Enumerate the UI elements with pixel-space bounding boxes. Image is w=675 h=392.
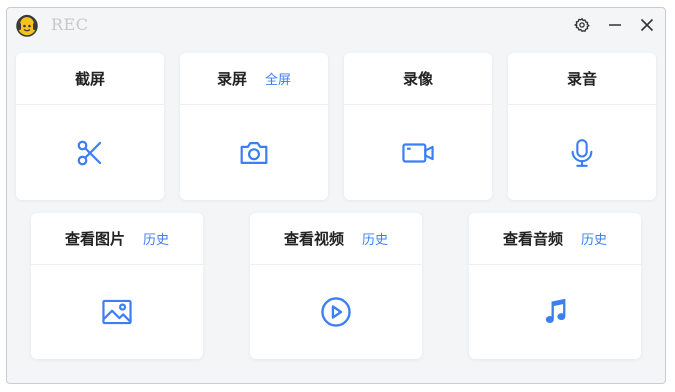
minimize-button[interactable]	[604, 14, 626, 36]
screenshot-title: 截屏	[74, 70, 105, 88]
scissors-icon	[77, 140, 102, 165]
app-title: REC	[51, 15, 89, 34]
screenshot-card[interactable]: 截屏	[16, 53, 164, 200]
screenshot-button[interactable]	[16, 105, 164, 200]
record-video-card[interactable]: 录像	[344, 53, 492, 200]
view-audio-button[interactable]	[469, 265, 641, 359]
record-video-button[interactable]	[344, 105, 492, 200]
app-window: REC 截屏 录屏 全屏 录像 录音 查看图片 历史 查看视频 历史 查看音频 …	[6, 7, 666, 384]
view-images-card-header: 查看图片 历史	[31, 213, 203, 265]
close-icon	[640, 18, 654, 32]
view-videos-card[interactable]: 查看视频 历史	[250, 213, 422, 359]
videos-history-link[interactable]: 历史	[362, 229, 388, 248]
audio-history-link[interactable]: 历史	[581, 229, 607, 248]
video-camera-icon	[402, 142, 434, 163]
microphone-icon	[571, 138, 593, 167]
fullscreen-link[interactable]: 全屏	[265, 69, 291, 88]
view-audio-card[interactable]: 查看音频 历史	[469, 213, 641, 359]
record-screen-card-header: 录屏 全屏	[180, 53, 328, 105]
view-images-card[interactable]: 查看图片 历史	[31, 213, 203, 359]
close-button[interactable]	[636, 14, 658, 36]
music-note-icon	[545, 298, 566, 323]
app-logo-icon	[15, 13, 39, 37]
record-screen-title: 录屏	[216, 70, 247, 88]
view-videos-title: 查看视频	[283, 230, 344, 248]
images-history-link[interactable]: 历史	[143, 229, 169, 248]
record-audio-title: 录音	[566, 70, 597, 88]
view-videos-button[interactable]	[250, 265, 422, 359]
camera-icon	[240, 141, 268, 164]
record-screen-card[interactable]: 录屏 全屏	[180, 53, 328, 200]
minimize-icon	[609, 24, 621, 26]
view-images-title: 查看图片	[64, 230, 125, 248]
gear-icon	[574, 18, 590, 32]
view-audio-card-header: 查看音频 历史	[469, 213, 641, 265]
record-video-title: 录像	[402, 70, 433, 88]
image-icon	[102, 299, 132, 325]
view-images-button[interactable]	[31, 265, 203, 359]
settings-button[interactable]	[571, 14, 593, 36]
title-bar[interactable]: REC	[7, 8, 665, 42]
record-audio-card-header: 录音	[508, 53, 656, 105]
play-circle-icon	[321, 297, 351, 327]
record-audio-button[interactable]	[508, 105, 656, 200]
screenshot-card-header: 截屏	[16, 53, 164, 105]
record-audio-card[interactable]: 录音	[508, 53, 656, 200]
record-screen-button[interactable]	[180, 105, 328, 200]
view-audio-title: 查看音频	[502, 230, 563, 248]
view-videos-card-header: 查看视频 历史	[250, 213, 422, 265]
record-video-card-header: 录像	[344, 53, 492, 105]
